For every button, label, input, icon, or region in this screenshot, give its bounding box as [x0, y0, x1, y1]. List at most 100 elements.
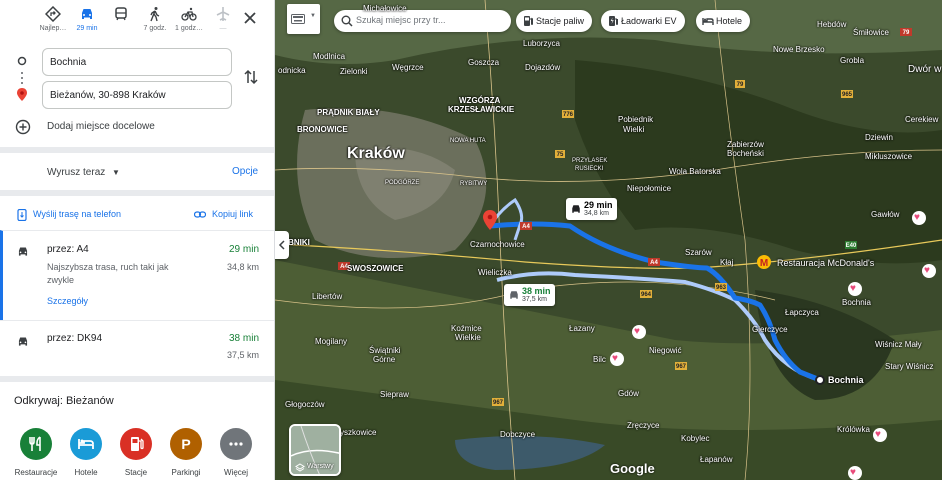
options-button[interactable]: Opcje — [232, 166, 258, 177]
walk-icon — [150, 7, 160, 22]
place-label: Górne — [373, 355, 396, 364]
destination-pin-icon — [17, 88, 27, 101]
close-icon[interactable] — [241, 9, 259, 27]
place-label: odnicka — [278, 66, 306, 75]
bike-icon — [181, 7, 197, 21]
district-label: PRZYLASEK — [572, 158, 608, 164]
input-tools-button[interactable]: ▼ — [287, 4, 320, 34]
saved-place-heart-icon[interactable] — [848, 466, 862, 480]
place-label: Hebdów — [817, 20, 847, 29]
place-label: Czarnochowice — [470, 240, 525, 249]
svg-text:M: M — [760, 258, 768, 269]
route-distance: 37,5 km — [226, 350, 259, 360]
route-details-link[interactable]: Szczegóły — [47, 296, 88, 306]
chevron-left-icon — [278, 240, 285, 250]
svg-text:75: 75 — [557, 152, 564, 158]
more-icon — [220, 428, 252, 460]
saved-place-heart-icon[interactable] — [848, 282, 862, 296]
destination-field[interactable]: Bieżanów, 30-898 Kraków — [42, 81, 232, 109]
category-gas-stations[interactable]: Stacje — [111, 428, 161, 477]
mcdonalds-marker-icon[interactable]: M — [757, 255, 771, 269]
place-label: Kłaj — [720, 258, 734, 267]
travel-mode-bar: Najlep… 29 min 7 godz. 1 godz… — — [0, 0, 274, 44]
send-to-phone-label: Wyślij trasę na telefon — [33, 209, 121, 219]
place-label: Libertów — [312, 292, 343, 301]
saved-place-heart-icon[interactable] — [912, 211, 926, 225]
mode-flight[interactable]: — — [206, 6, 240, 42]
svg-text:P: P — [181, 436, 190, 452]
mode-best[interactable]: Najlep… — [36, 6, 70, 42]
add-destination-label: Dodaj miejsce docelowe — [47, 121, 155, 132]
saved-place-heart-icon[interactable] — [632, 325, 646, 339]
swap-icon[interactable] — [243, 68, 259, 86]
explore-title: Odkrywaj: Bieżanów — [14, 395, 114, 407]
search-placeholder: Szukaj miejsc przy tr... — [356, 15, 446, 25]
route-option-1[interactable]: przez: A4 29 min Najszybsza trasa, ruch … — [0, 230, 274, 320]
mode-bike[interactable]: 1 godz… — [172, 6, 206, 42]
route-dot — [21, 82, 23, 84]
svg-text:967: 967 — [676, 364, 687, 370]
svg-text:A4: A4 — [650, 260, 658, 266]
dropdown-arrow-icon: ▼ — [112, 168, 120, 177]
copy-link-label: Kopiuj link — [212, 209, 254, 219]
depart-label: Wyrusz teraz — [47, 167, 106, 178]
depart-time-dropdown[interactable]: Wyrusz teraz ▼ — [47, 167, 120, 178]
saved-place-heart-icon[interactable] — [873, 428, 887, 442]
place-label: Koźmice — [451, 324, 482, 333]
mode-car[interactable]: 29 min — [70, 6, 104, 42]
city-label: Kraków — [347, 145, 405, 162]
car-icon — [510, 291, 518, 299]
add-destination-button[interactable]: Dodaj miejsce docelowe — [15, 119, 215, 135]
route-via: przez: DK94 — [47, 333, 103, 344]
origin-field[interactable]: Bochnia — [42, 48, 232, 76]
place-label: Wola Batorska — [669, 167, 721, 176]
category-hotels[interactable]: Hotele — [61, 428, 111, 477]
svg-text:965: 965 — [842, 92, 853, 98]
route-dot — [21, 72, 23, 74]
place-label: Wielki — [623, 125, 645, 134]
place-label: Wiśnicz Mały — [875, 340, 922, 349]
map-canvas[interactable]: 794 75 776 964 967 963 965 A4 A4 A4 E40 … — [275, 0, 942, 480]
car-icon — [82, 9, 92, 19]
chip-gas-stations[interactable]: Stacje paliw — [516, 10, 593, 32]
place-label: Szarów — [685, 248, 712, 257]
place-label: Łapanów — [700, 455, 733, 464]
place-label: Dojazdów — [525, 63, 561, 72]
place-label: Wieliczka — [478, 268, 512, 277]
category-more[interactable]: Więcej — [211, 428, 261, 477]
chip-ev-chargers[interactable]: Ładowarki EV — [601, 10, 685, 32]
search-along-route-input[interactable]: Szukaj miejsc przy tr... — [334, 10, 511, 32]
category-label: Stacje — [124, 468, 148, 477]
divider — [0, 376, 274, 382]
mode-walk[interactable]: 7 godz. — [138, 6, 172, 42]
place-label: Bocheński — [727, 149, 764, 158]
place-label: Michałowice — [363, 4, 407, 13]
origin-label: Bochnia — [828, 375, 864, 385]
svg-text:967: 967 — [493, 400, 504, 406]
saved-place-heart-icon[interactable] — [922, 264, 936, 278]
svg-text:776: 776 — [563, 112, 574, 118]
category-parking[interactable]: P Parkingi — [161, 428, 211, 477]
poi-label: Restauracja McDonald's — [777, 258, 875, 268]
district-label: PODGÓRZE — [385, 180, 420, 186]
place-label: Zabierzów — [727, 140, 764, 149]
route-badge-fastest[interactable]: 29 min 34,8 km — [566, 198, 617, 220]
origin-marker-icon — [815, 375, 825, 385]
layers-button[interactable]: Warstwy — [289, 424, 341, 476]
route-badge-alternative[interactable]: 38 min 37,5 km — [504, 284, 555, 306]
category-restaurants[interactable]: Restauracje — [11, 428, 61, 477]
route-option-2[interactable]: przez: DK94 38 min 37,5 km — [0, 320, 274, 375]
copy-link-button[interactable]: Kopiuj link — [194, 209, 253, 219]
place-label: Mikluszowice — [865, 152, 913, 161]
restaurant-icon — [20, 428, 52, 460]
district-label: BRONOWICE — [297, 125, 348, 134]
send-to-phone-link[interactable]: Wyślij trasę na telefon — [17, 209, 121, 221]
collapse-panel-button[interactable] — [275, 231, 289, 259]
divider — [0, 147, 274, 153]
saved-place-heart-icon[interactable] — [610, 352, 624, 366]
mode-transit[interactable] — [104, 6, 138, 42]
chip-hotels[interactable]: Hotele — [696, 10, 751, 32]
directions-panel: Najlep… 29 min 7 godz. 1 godz… — Bochnia… — [0, 0, 275, 480]
place-label: Grobla — [840, 56, 865, 65]
flight-icon — [216, 7, 230, 21]
